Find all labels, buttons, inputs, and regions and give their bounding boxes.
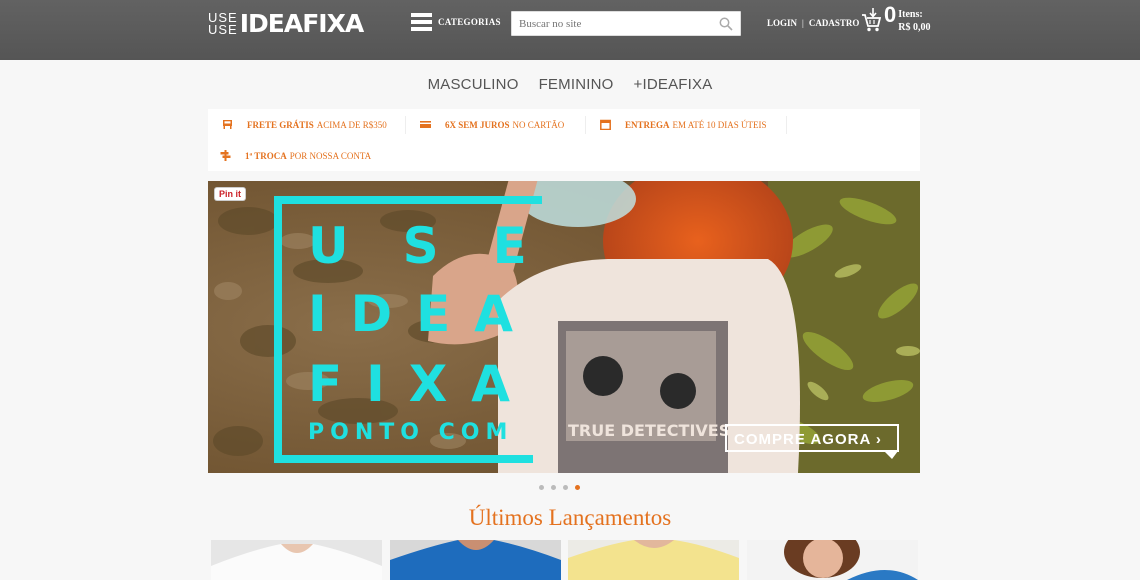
hero-line-ponto-com: PONTO COM bbox=[308, 420, 513, 445]
carousel-dot-3[interactable] bbox=[563, 485, 568, 490]
carousel-dot-1[interactable] bbox=[539, 485, 544, 490]
benefit-exchange: 1ª TROCA POR NOSSA CONTA bbox=[220, 150, 371, 161]
product-card-4[interactable] bbox=[747, 540, 918, 580]
credit-card-icon bbox=[420, 121, 431, 128]
product-image-yellow-tee bbox=[568, 540, 739, 580]
benefit-delivery: ENTREGA EM ATÉ 10 DIAS ÚTEIS bbox=[600, 119, 767, 130]
benefit-divider bbox=[585, 116, 586, 134]
benefit-text: NO CARTÃO bbox=[512, 119, 565, 130]
account-links: LOGIN | CADASTRO bbox=[767, 18, 859, 28]
benefit-bold: FRETE GRÁTIS bbox=[247, 119, 314, 130]
categories-label: CATEGORIAS bbox=[438, 17, 501, 27]
benefits-bar: FRETE GRÁTIS ACIMA DE R$350 6X SEM JUROS… bbox=[208, 109, 920, 171]
cart-count: 0 bbox=[884, 2, 897, 27]
hero-line-idea: IDEA bbox=[308, 285, 537, 343]
benefit-free-shipping: FRETE GRÁTIS ACIMA DE R$350 bbox=[222, 119, 387, 130]
cart-widget[interactable]: 0 Itens: R$ 0,00 bbox=[861, 3, 930, 34]
categories-menu-button[interactable]: CATEGORIAS bbox=[411, 13, 501, 31]
login-link[interactable]: LOGIN bbox=[767, 18, 797, 28]
product-image-blue-tee bbox=[390, 540, 561, 580]
cart-summary: Itens: R$ 0,00 bbox=[898, 8, 930, 34]
benefit-divider bbox=[405, 116, 406, 134]
benefit-text: EM ATÉ 10 DIAS ÚTEIS bbox=[672, 119, 767, 130]
benefit-installments: 6X SEM JUROS NO CARTÃO bbox=[420, 119, 564, 130]
register-link[interactable]: CADASTRO bbox=[809, 18, 860, 28]
benefit-text: ACIMA DE R$350 bbox=[316, 119, 387, 130]
cta-label: COMPRE AGORA › bbox=[734, 431, 882, 448]
top-header-bar: USE USE IDEAFIXA CATEGORIAS LOGIN | CADA… bbox=[0, 0, 1140, 60]
shopping-cart-icon bbox=[862, 8, 881, 32]
benefit-divider bbox=[786, 116, 787, 134]
product-image-white-tee bbox=[211, 540, 382, 580]
benefit-text: POR NOSSA CONTA bbox=[289, 150, 372, 161]
hero-line-use: USE bbox=[308, 217, 581, 275]
hero-banner[interactable]: TRUE DETECTIVES USE IDEA FIXA PONTO COM … bbox=[208, 181, 920, 473]
site-logo[interactable]: USE USE IDEAFIXA bbox=[208, 9, 364, 39]
product-card-3[interactable] bbox=[568, 540, 739, 580]
nav-item-feminino[interactable]: FEMININO bbox=[539, 74, 614, 95]
truck-icon bbox=[223, 120, 232, 129]
carousel-dot-4[interactable] bbox=[575, 485, 580, 490]
benefit-bold: 6X SEM JUROS bbox=[445, 119, 510, 130]
nav-item-masculino[interactable]: MASCULINO bbox=[428, 74, 519, 95]
benefit-bold: ENTREGA bbox=[625, 119, 670, 130]
logo-brand: IDEAFIXA bbox=[239, 9, 364, 38]
product-card-2[interactable] bbox=[390, 540, 561, 580]
exchange-icon bbox=[220, 150, 231, 161]
calendar-icon bbox=[600, 119, 611, 130]
search-box bbox=[511, 11, 741, 36]
account-separator: | bbox=[802, 18, 804, 28]
hero-line-fixa: FIXA bbox=[308, 355, 534, 413]
section-title-latest: Últimos Lançamentos bbox=[468, 505, 672, 530]
hero-image: TRUE DETECTIVES USE IDEA FIXA PONTO COM … bbox=[208, 181, 920, 473]
carousel-dots bbox=[539, 485, 580, 490]
hamburger-icon bbox=[411, 13, 432, 31]
main-nav: MASCULINO FEMININO +IDEAFIXA bbox=[0, 74, 1140, 95]
nav-item-ideafixa[interactable]: +IDEAFIXA bbox=[634, 74, 713, 95]
search-input[interactable] bbox=[512, 12, 712, 35]
product-card-1[interactable] bbox=[211, 540, 382, 580]
cart-total: R$ 0,00 bbox=[898, 22, 931, 33]
shirt-print-text: TRUE DETECTIVES bbox=[568, 421, 730, 440]
cart-items-label: Itens: bbox=[898, 9, 923, 20]
pin-it-button[interactable]: Pin it bbox=[215, 188, 245, 200]
carousel-dot-2[interactable] bbox=[551, 485, 556, 490]
logo-use-stack: USE USE bbox=[208, 11, 238, 37]
search-icon[interactable] bbox=[719, 17, 733, 31]
product-image-woman-blue-tee bbox=[747, 540, 918, 580]
logo-use-bottom: USE bbox=[208, 22, 238, 37]
benefit-bold: 1ª TROCA bbox=[245, 150, 287, 161]
